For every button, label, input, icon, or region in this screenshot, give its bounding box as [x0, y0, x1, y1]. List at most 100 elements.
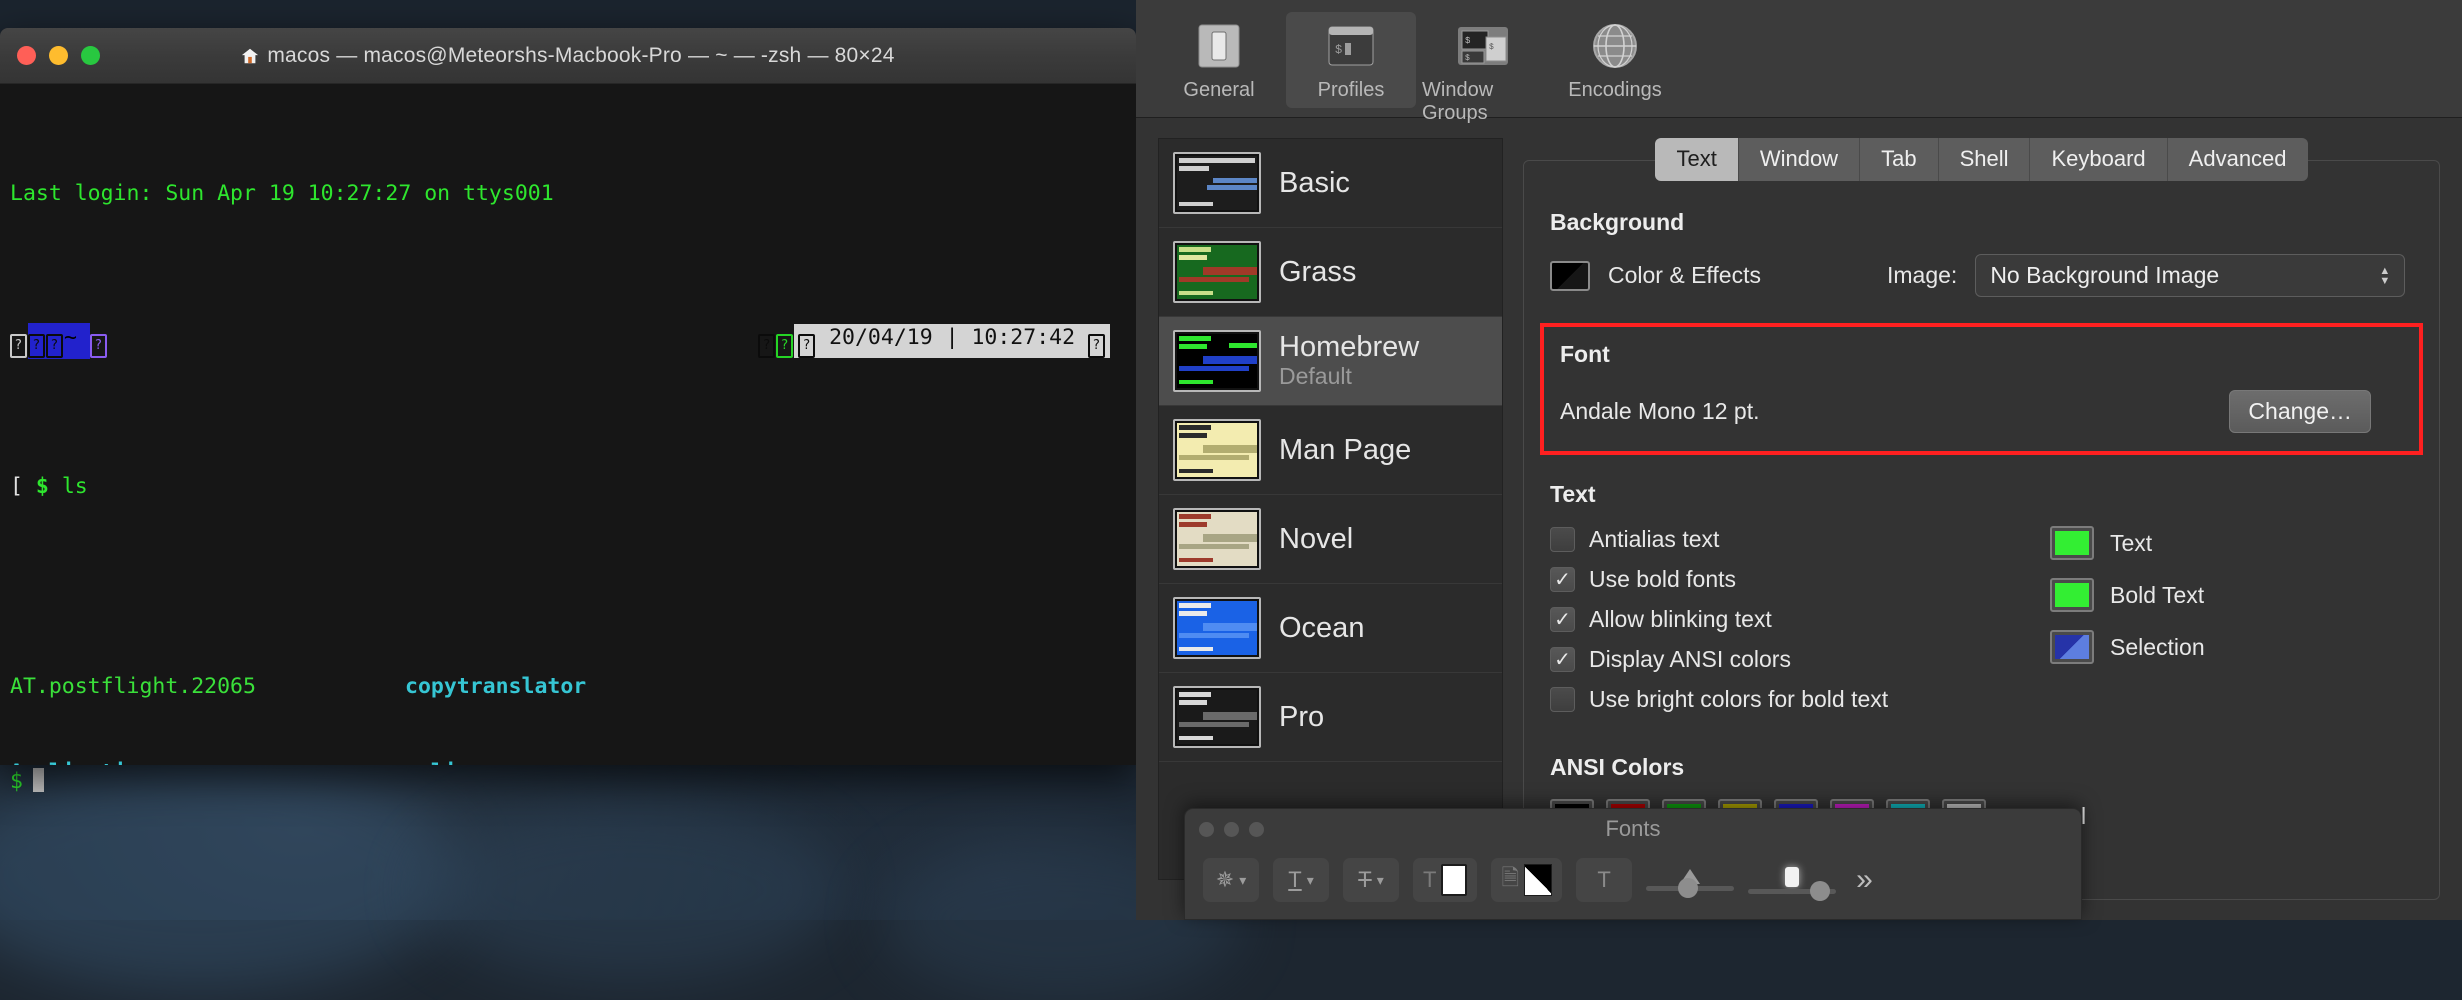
- profile-row-pro[interactable]: Pro: [1159, 673, 1502, 762]
- window-groups-icon: $ $ $: [1456, 20, 1510, 72]
- checkbox-box[interactable]: ✓: [1550, 607, 1575, 632]
- background-section-title: Background: [1550, 209, 2413, 236]
- prompt-path-1: ~: [64, 325, 77, 350]
- background-image-select[interactable]: No Background Image ▲▼: [1975, 254, 2405, 297]
- slider-knob[interactable]: [1810, 881, 1830, 901]
- chevron-down-icon: ▾: [1239, 872, 1246, 889]
- terminal-prompt-row-1: ???~ ? ??? 20/04/19 | 10:27:42 ?: [10, 323, 1110, 359]
- profile-row-novel[interactable]: Novel: [1159, 495, 1502, 584]
- chevron-down-icon: ▾: [1377, 872, 1384, 889]
- font-row: Andale Mono 12 pt. Change…: [1560, 390, 2403, 433]
- checkbox-label: Display ANSI colors: [1589, 646, 1791, 673]
- checkbox-label: Use bold fonts: [1589, 566, 1736, 593]
- tab-keyboard[interactable]: Keyboard: [2030, 138, 2167, 181]
- profile-row-man-page[interactable]: Man Page: [1159, 406, 1502, 495]
- profile-name: Basic: [1279, 168, 1350, 198]
- tab-text[interactable]: Text: [1655, 138, 1738, 181]
- ls-column-1: AT.postflight.22065 Applications Desktop…: [10, 616, 405, 765]
- text-color-icon: T: [1423, 867, 1436, 893]
- switch-icon: [1192, 20, 1246, 72]
- prompt-left-1: ???~ ?: [10, 323, 108, 359]
- ls-item: Applications: [10, 759, 405, 765]
- bw-color-swatch[interactable]: [1524, 864, 1552, 896]
- toolbar-item-profiles-label: Profiles: [1318, 79, 1385, 102]
- white-color-swatch[interactable]: [1441, 864, 1467, 896]
- minimize-button[interactable]: [49, 46, 68, 65]
- text-color-swatch[interactable]: [2050, 526, 2094, 560]
- maximize-button[interactable]: [81, 46, 100, 65]
- underline-icon-button[interactable]: T ▾: [1273, 858, 1329, 902]
- house-icon: [241, 47, 259, 65]
- ansi-section-title: ANSI Colors: [1550, 754, 2413, 781]
- checkbox-use-bright-colors-for-bold-text[interactable]: Use bright colors for bold text: [1550, 686, 2030, 713]
- swatch-row-text: Text: [2050, 526, 2205, 560]
- ls-item: eclipse: [405, 759, 800, 765]
- slider-knob[interactable]: [1678, 878, 1698, 898]
- slider-track[interactable]: [1646, 886, 1734, 891]
- more-options-button[interactable]: »: [1856, 863, 1873, 897]
- shadow-opacity-slider[interactable]: [1646, 869, 1734, 891]
- toolbar-item-profiles[interactable]: $ Profiles: [1286, 12, 1416, 108]
- checkbox-allow-blinking-text[interactable]: ✓ Allow blinking text: [1550, 606, 2030, 633]
- terminal-preferences-window[interactable]: General $ Profiles $ $: [1136, 0, 2462, 920]
- svg-text:$: $: [1465, 36, 1471, 46]
- close-button[interactable]: [17, 46, 36, 65]
- tab-advanced[interactable]: Advanced: [2168, 138, 2308, 181]
- fonts-panel-titlebar[interactable]: Fonts: [1185, 809, 2081, 849]
- tab-tab-label: Tab: [1881, 146, 1916, 171]
- checkbox-antialias-text[interactable]: Antialias text: [1550, 526, 2030, 553]
- text-color-button[interactable]: T: [1413, 858, 1477, 902]
- tab-tab[interactable]: Tab: [1860, 138, 1938, 181]
- chevron-updown-icon: ▲▼: [2379, 267, 2390, 285]
- tab-shell[interactable]: Shell: [1939, 138, 2031, 181]
- shadow-offset-slider[interactable]: [1748, 867, 1836, 894]
- terminal-titlebar[interactable]: macos — macos@Meteorshs-Macbook-Pro — ~ …: [0, 28, 1136, 84]
- terminal-title-label: macos — macos@Meteorshs-Macbook-Pro — ~ …: [267, 44, 894, 68]
- profile-name: Novel: [1279, 524, 1353, 554]
- swatch-label: Text: [2110, 530, 2152, 557]
- toolbar-item-window-groups[interactable]: $ $ $ Window Groups: [1418, 12, 1548, 131]
- font-value: Andale Mono 12 pt.: [1560, 398, 1759, 425]
- checkbox-box[interactable]: [1550, 687, 1575, 712]
- document-icon: 🗎: [1501, 861, 1519, 899]
- fonts-panel-toolbar[interactable]: ✵ ▾ T ▾ T ▾ T 🗎 T: [1185, 849, 2081, 911]
- shadow-icon-button[interactable]: T: [1576, 858, 1632, 902]
- font-section-highlight: Font Andale Mono 12 pt. Change…: [1540, 323, 2423, 455]
- profile-row-grass[interactable]: Grass: [1159, 228, 1502, 317]
- profile-thumbnail: [1173, 508, 1261, 570]
- terminal-content[interactable]: Last login: Sun Apr 19 10:27:27 on ttys0…: [0, 84, 1136, 765]
- profile-row-homebrew[interactable]: Homebrew Default: [1159, 317, 1502, 406]
- gear-icon-button[interactable]: ✵ ▾: [1203, 858, 1259, 902]
- desktop-prompt-dollar: $: [10, 769, 23, 794]
- preferences-toolbar[interactable]: General $ Profiles $ $: [1136, 0, 2462, 118]
- swatch-label: Selection: [2110, 634, 2205, 661]
- profile-thumbnail: [1173, 241, 1261, 303]
- window-controls[interactable]: [0, 46, 100, 65]
- terminal-dollar-1: $: [36, 474, 49, 499]
- tab-keyboard-label: Keyboard: [2051, 146, 2145, 171]
- profiles-list[interactable]: Basic Grass: [1158, 138, 1503, 880]
- tab-window[interactable]: Window: [1739, 138, 1860, 181]
- checkbox-use-bold-fonts[interactable]: ✓ Use bold fonts: [1550, 566, 2030, 593]
- profile-row-basic[interactable]: Basic: [1159, 139, 1502, 228]
- terminal-command: ls: [62, 474, 88, 499]
- settings-tabs[interactable]: Text Window Tab Shell Keyboard Advanced: [1523, 138, 2440, 181]
- change-font-button[interactable]: Change…: [2229, 390, 2371, 433]
- checkbox-box[interactable]: ✓: [1550, 647, 1575, 672]
- slider-track[interactable]: [1748, 889, 1836, 894]
- strikethrough-icon-button[interactable]: T ▾: [1343, 858, 1399, 902]
- ls-column-2: copytranslator eclipse fonts in.txt java…: [405, 616, 800, 765]
- bold-text-color-swatch[interactable]: [2050, 578, 2094, 612]
- selection-color-swatch[interactable]: [2050, 630, 2094, 664]
- checkbox-box[interactable]: ✓: [1550, 567, 1575, 592]
- toolbar-item-encodings[interactable]: Encodings: [1550, 12, 1680, 108]
- fonts-panel[interactable]: Fonts ✵ ▾ T ▾ T ▾ T 🗎 T: [1184, 808, 2082, 920]
- background-color-swatch[interactable]: [1550, 261, 1590, 291]
- checkbox-box[interactable]: [1550, 527, 1575, 552]
- terminal-window[interactable]: macos — macos@Meteorshs-Macbook-Pro — ~ …: [0, 28, 1136, 765]
- document-color-button[interactable]: 🗎: [1491, 858, 1562, 902]
- swatch-label: Bold Text: [2110, 582, 2204, 609]
- profile-row-ocean[interactable]: Ocean: [1159, 584, 1502, 673]
- checkbox-display-ansi-colors[interactable]: ✓ Display ANSI colors: [1550, 646, 2030, 673]
- toolbar-item-general[interactable]: General: [1154, 12, 1284, 108]
